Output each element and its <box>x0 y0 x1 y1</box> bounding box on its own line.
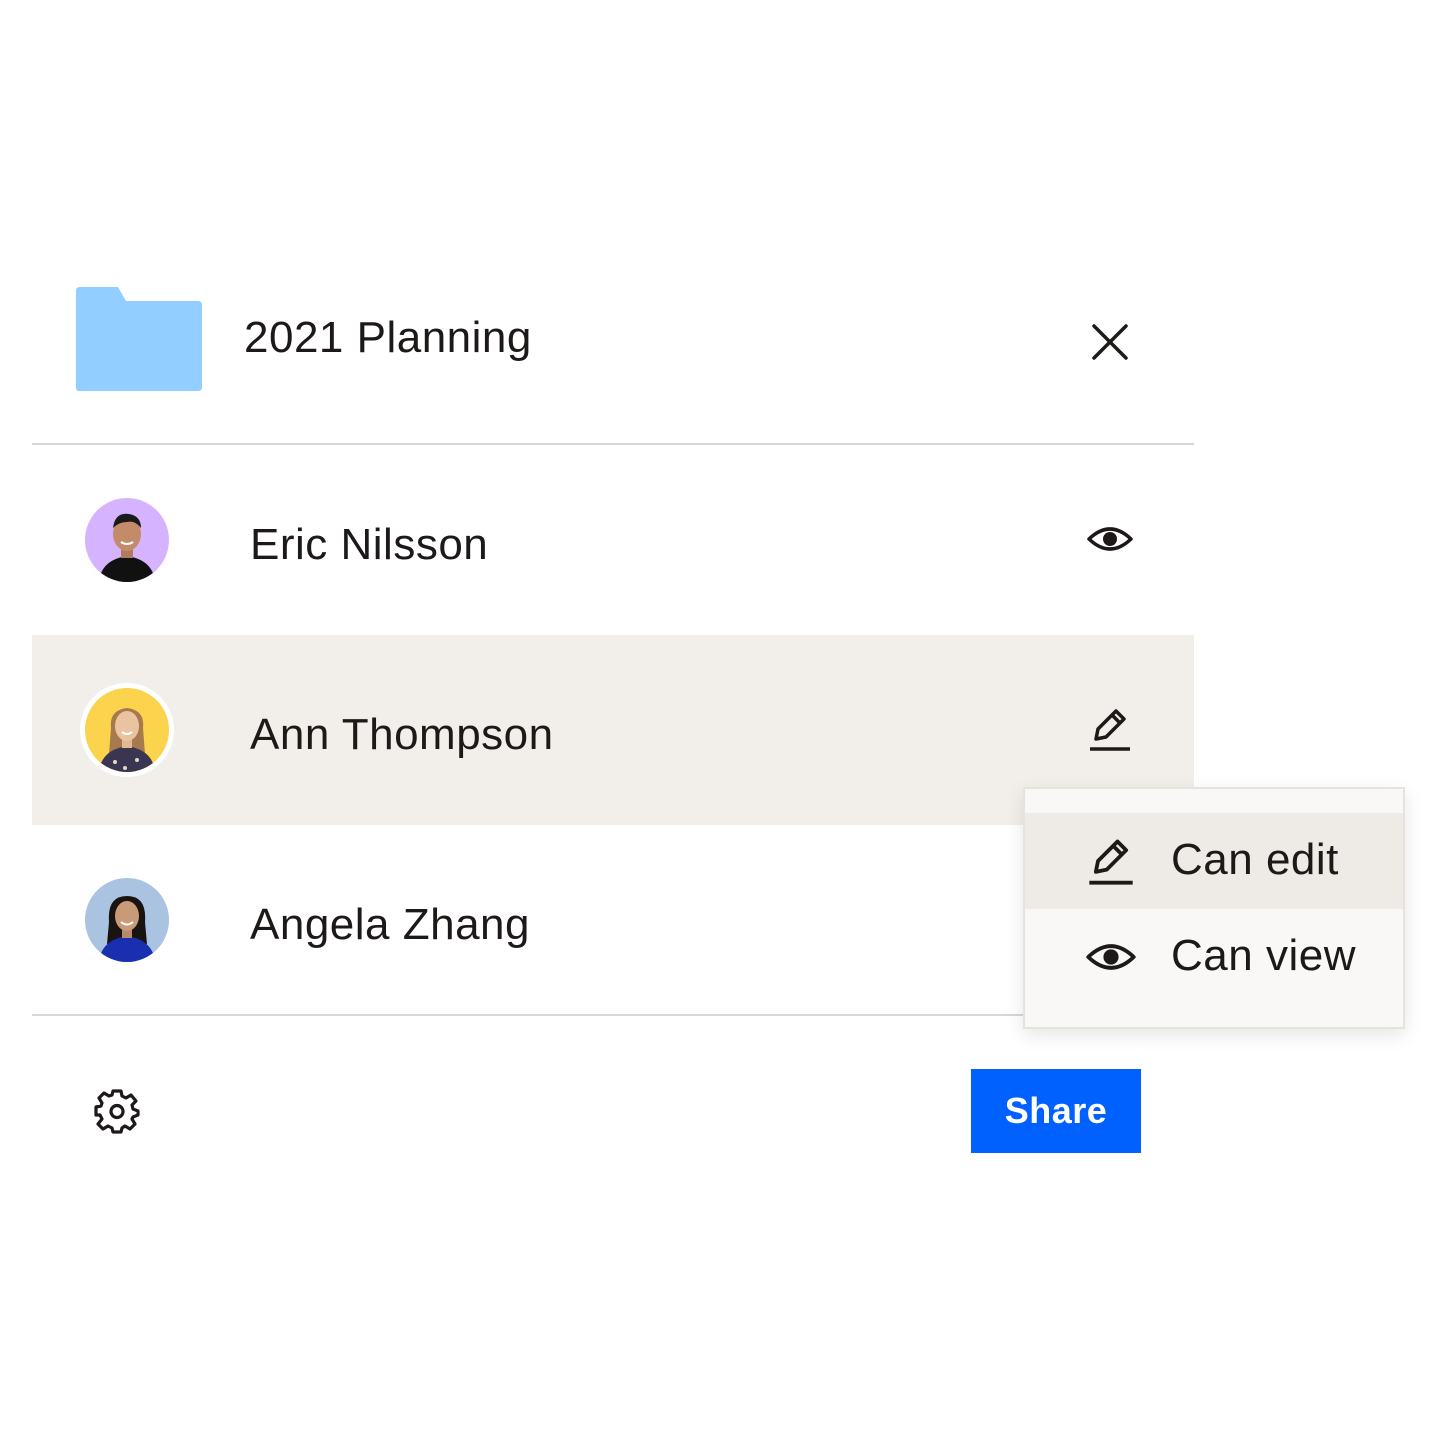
member-row[interactable]: Eric Nilsson <box>32 445 1194 635</box>
gear-icon[interactable] <box>94 1088 140 1134</box>
member-name: Angela Zhang <box>250 900 530 949</box>
folder-title: 2021 Planning <box>244 313 532 362</box>
pencil-icon <box>1085 835 1137 887</box>
folder-icon <box>74 287 202 396</box>
dialog-header: 2021 Planning <box>32 240 1194 444</box>
menu-item-label: Can edit <box>1171 835 1339 884</box>
avatar <box>85 878 169 962</box>
permission-dropdown: Can edit Can view <box>1023 787 1405 1029</box>
footer-divider <box>32 1014 1194 1016</box>
member-row[interactable]: Ann Thompson <box>32 635 1194 825</box>
avatar <box>80 683 174 777</box>
avatar <box>85 498 169 582</box>
eye-icon <box>1085 931 1137 983</box>
close-icon[interactable] <box>1090 322 1130 362</box>
menu-item-can-view[interactable]: Can view <box>1025 909 1403 1005</box>
menu-item-can-edit[interactable]: Can edit <box>1025 813 1403 909</box>
pencil-icon[interactable] <box>1086 705 1134 753</box>
menu-item-label: Can view <box>1171 931 1356 980</box>
member-name: Ann Thompson <box>250 710 554 759</box>
eye-icon[interactable] <box>1086 515 1134 563</box>
member-row[interactable]: Angela Zhang <box>32 825 1194 1015</box>
member-name: Eric Nilsson <box>250 520 489 569</box>
share-button[interactable]: Share <box>971 1069 1141 1153</box>
